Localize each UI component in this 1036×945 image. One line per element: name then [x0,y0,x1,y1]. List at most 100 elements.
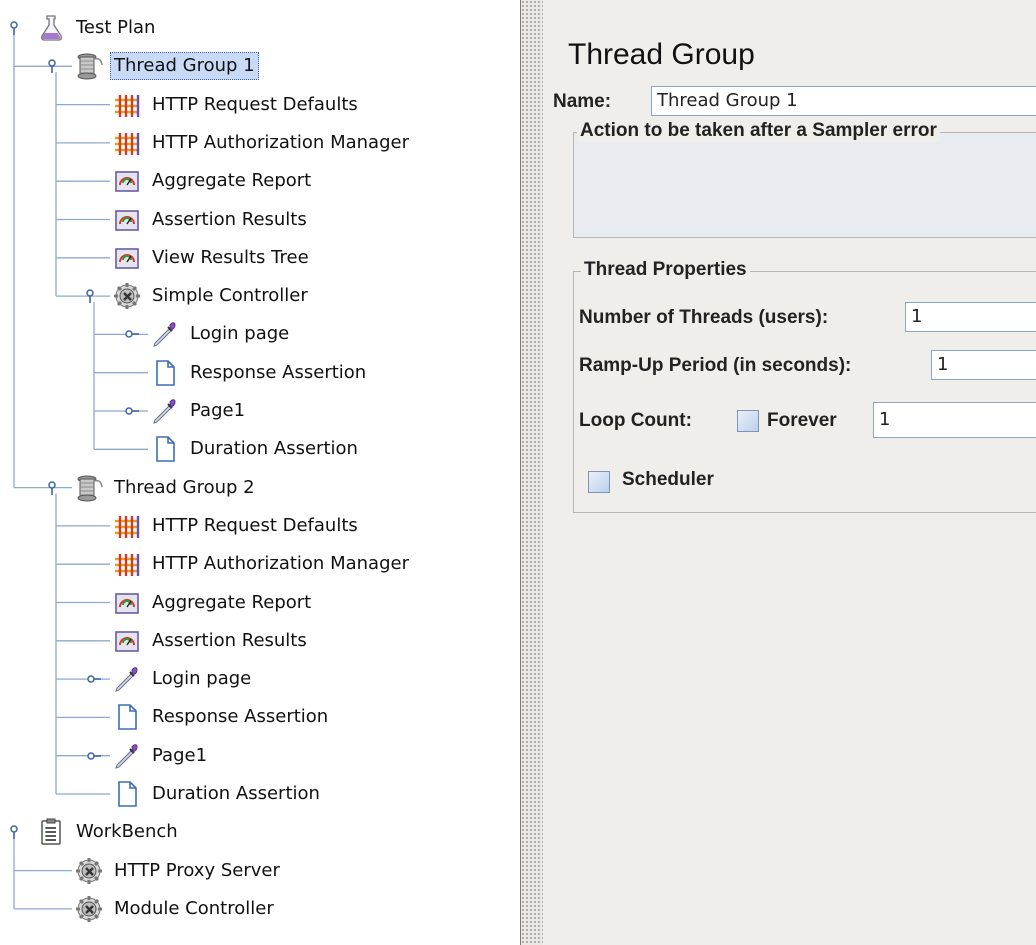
sampler-pipette-icon [150,319,180,349]
tree-node-label: Simple Controller [152,285,308,307]
tree-node-assertion-results[interactable]: Assertion Results [112,626,311,656]
tree-node-label: Thread Group 1 [110,52,259,81]
config-element-icon [112,128,142,158]
flask-icon [36,13,66,43]
spool-icon [74,51,104,81]
test-plan-tree[interactable]: Test Plan Thread Group 1 HTTP Request Defa… [0,0,520,945]
listener-gauge-icon [112,588,142,618]
tree-node-http-request-defaults[interactable]: HTTP Request Defaults [112,511,362,541]
tree-node-aggregate-report[interactable]: Aggregate Report [112,588,315,618]
tree-node-label: Duration Assertion [152,783,320,804]
tree-expanded-toggle-icon[interactable] [7,825,21,840]
tree-node-label: Page1 [190,400,246,421]
tree-node-label: Assertion Results [152,208,307,230]
tree-node-simple-controller[interactable]: Simple Controller [112,281,312,311]
tree-node-label: Thread Group 2 [114,476,255,498]
tree-expanded-toggle-icon[interactable] [45,480,59,495]
tree-node-label: View Results Tree [152,246,309,268]
tree-node-label: Login page [190,323,290,345]
tree-node-label: HTTP Proxy Server [114,859,280,881]
tree-collapsed-toggle-icon[interactable] [125,404,139,418]
tree-collapsed-toggle-icon[interactable] [87,749,101,763]
tree-node-duration-assertion[interactable]: Duration Assertion [112,779,324,809]
split-pane-divider[interactable] [520,0,544,945]
tree-node-test-plan[interactable]: Test Plan [36,13,159,43]
tree-node-label: Page1 [152,744,208,766]
tree-expanded-toggle-icon[interactable] [83,289,97,304]
spool-icon [74,473,104,503]
listener-gauge-icon [112,243,142,273]
panel-title: Thread Group [568,38,755,71]
controller-gear-icon [74,894,104,924]
config-element-icon [112,511,142,541]
tree-collapsed-toggle-icon[interactable] [125,327,139,341]
loop-count-label: Loop Count: [579,410,692,431]
tree-node-label: Login page [152,668,252,690]
listener-gauge-icon [112,166,142,196]
num-threads-label: Number of Threads (users): [579,307,829,328]
forever-label: Forever [767,410,837,431]
thread-group-panel: Thread Group Name: Thread Group 1 Action… [543,0,1036,945]
tree-expanded-toggle-icon[interactable] [7,21,21,35]
assertion-document-icon [112,702,142,732]
scheduler-checkbox[interactable] [588,471,610,493]
tree-node-label: Response Assertion [190,361,367,383]
sampler-error-legend: Action to be taken after a Sampler error [577,120,940,142]
listener-gauge-icon [112,626,142,656]
tree-node-label: WorkBench [76,821,178,843]
assertion-document-icon [112,779,142,809]
tree-node-label: Duration Assertion [190,438,358,460]
scheduler-label: Scheduler [622,469,714,490]
tree-node-page1[interactable]: Page1 [112,741,211,771]
sampler-pipette-icon [112,741,142,771]
sampler-error-group [573,132,1036,238]
tree-node-view-results-tree[interactable]: View Results Tree [112,243,313,273]
ramp-up-label: Ramp-Up Period (in seconds): [579,355,852,376]
tree-node-response-assertion[interactable]: Response Assertion [150,358,370,388]
tree-node-label: Aggregate Report [152,170,312,192]
tree-node-assertion-results[interactable]: Assertion Results [112,205,311,235]
config-element-icon [112,90,142,120]
config-element-icon [112,549,142,579]
tree-node-label: Aggregate Report [152,591,312,613]
tree-node-label: Assertion Results [152,629,307,651]
workbench-clipboard-icon [36,817,66,847]
tree-node-response-assertion[interactable]: Response Assertion [112,702,332,732]
tree-node-module-controller[interactable]: Module Controller [74,894,278,924]
tree-node-page1[interactable]: Page1 [150,396,249,426]
forever-checkbox[interactable] [737,410,759,432]
tree-node-http-authorization-manager[interactable]: HTTP Authorization Manager [112,549,413,579]
tree-node-label: HTTP Authorization Manager [152,131,409,153]
controller-gear-icon [74,856,104,886]
ramp-up-field[interactable]: 1 [931,350,1036,380]
tree-node-label: HTTP Request Defaults [152,93,358,115]
tree-node-label: HTTP Request Defaults [152,514,358,536]
tree-node-label: HTTP Authorization Manager [152,553,409,575]
tree-node-aggregate-report[interactable]: Aggregate Report [112,166,315,196]
tree-expanded-toggle-icon[interactable] [45,59,59,74]
tree-node-duration-assertion[interactable]: Duration Assertion [150,434,362,464]
tree-node-http-proxy-server[interactable]: HTTP Proxy Server [74,856,284,886]
assertion-document-icon [150,358,180,388]
name-label: Name: [553,91,612,112]
sampler-pipette-icon [112,664,142,694]
tree-node-label: Response Assertion [152,706,329,728]
controller-gear-icon [112,281,142,311]
num-threads-field[interactable]: 1 [905,302,1036,332]
assertion-document-icon [150,434,180,464]
tree-node-thread-group-2[interactable]: Thread Group 2 [74,473,259,503]
tree-node-login-page[interactable]: Login page [112,664,255,694]
tree-node-login-page[interactable]: Login page [150,319,293,349]
name-field[interactable]: Thread Group 1 [651,86,1036,116]
tree-node-workbench[interactable]: WorkBench [36,817,182,847]
listener-gauge-icon [112,205,142,235]
tree-node-http-request-defaults[interactable]: HTTP Request Defaults [112,90,362,120]
loop-count-field[interactable]: 1 [873,402,1036,438]
tree-node-http-authorization-manager[interactable]: HTTP Authorization Manager [112,128,413,158]
thread-properties-legend: Thread Properties [581,259,750,281]
tree-collapsed-toggle-icon[interactable] [87,672,101,686]
tree-node-label: Module Controller [114,897,274,919]
sampler-pipette-icon [150,396,180,426]
tree-node-label: Test Plan [76,17,156,38]
tree-node-thread-group-1[interactable]: Thread Group 1 [74,51,259,81]
